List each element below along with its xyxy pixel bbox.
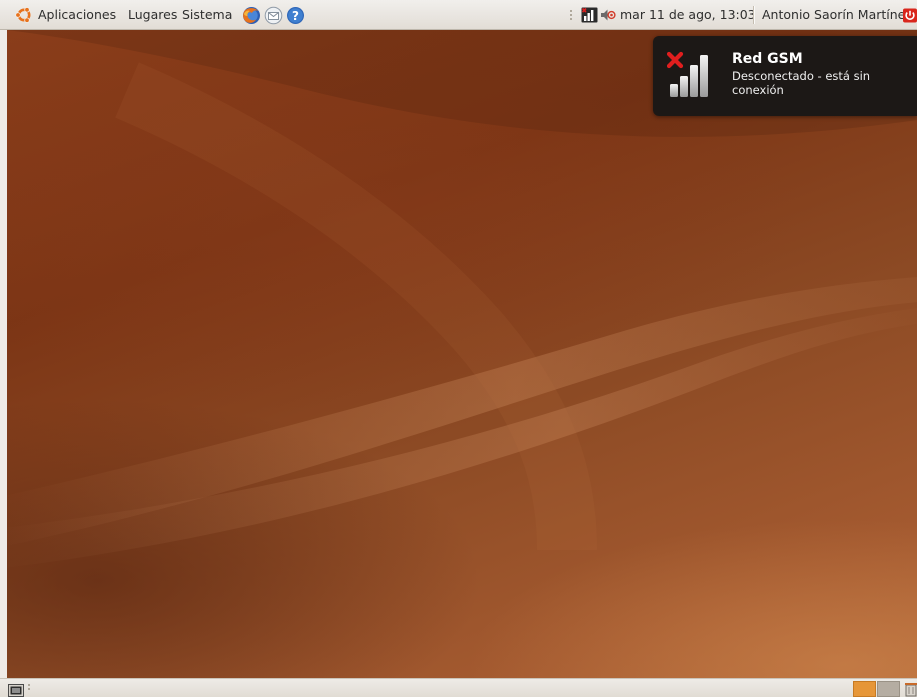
wallpaper: [7, 30, 917, 568]
help-icon[interactable]: ?: [286, 6, 304, 24]
volume-icon[interactable]: [600, 8, 616, 25]
gsm-signal-disconnected-icon: [666, 50, 717, 98]
applications-menu[interactable]: Aplicaciones: [38, 8, 116, 22]
bottom-panel: [0, 678, 917, 697]
network-status-icon[interactable]: [581, 7, 598, 26]
user-switcher[interactable]: Antonio Saorín Martínez: [762, 8, 912, 22]
show-desktop-icon[interactable]: [8, 682, 24, 697]
screen: Aplicaciones Lugares Sistema ? mar 11 de…: [0, 0, 917, 697]
tray-drag-handle[interactable]: [570, 10, 573, 22]
desktop[interactable]: [7, 30, 917, 678]
trash-icon[interactable]: [905, 681, 917, 697]
panel-separator: [753, 6, 755, 24]
evolution-mail-icon[interactable]: [264, 6, 283, 25]
firefox-icon[interactable]: [242, 6, 260, 24]
shutdown-icon[interactable]: [903, 8, 917, 26]
ubuntu-logo-icon[interactable]: [15, 6, 33, 24]
svg-text:?: ?: [292, 9, 299, 23]
taskbar-drag-handle[interactable]: [28, 684, 31, 692]
clock[interactable]: mar 11 de ago, 13:03: [620, 8, 756, 22]
system-menu[interactable]: Sistema: [182, 8, 232, 22]
top-panel: Aplicaciones Lugares Sistema ? mar 11 de…: [0, 0, 917, 30]
notification-body: Desconectado - está sin conexión: [732, 69, 871, 97]
notification-bubble[interactable]: Red GSM Desconectado - está sin conexión: [653, 36, 917, 116]
workspace-1[interactable]: [853, 681, 876, 697]
notification-title: Red GSM: [732, 51, 803, 67]
workspace-2[interactable]: [877, 681, 900, 697]
places-menu[interactable]: Lugares: [128, 8, 177, 22]
